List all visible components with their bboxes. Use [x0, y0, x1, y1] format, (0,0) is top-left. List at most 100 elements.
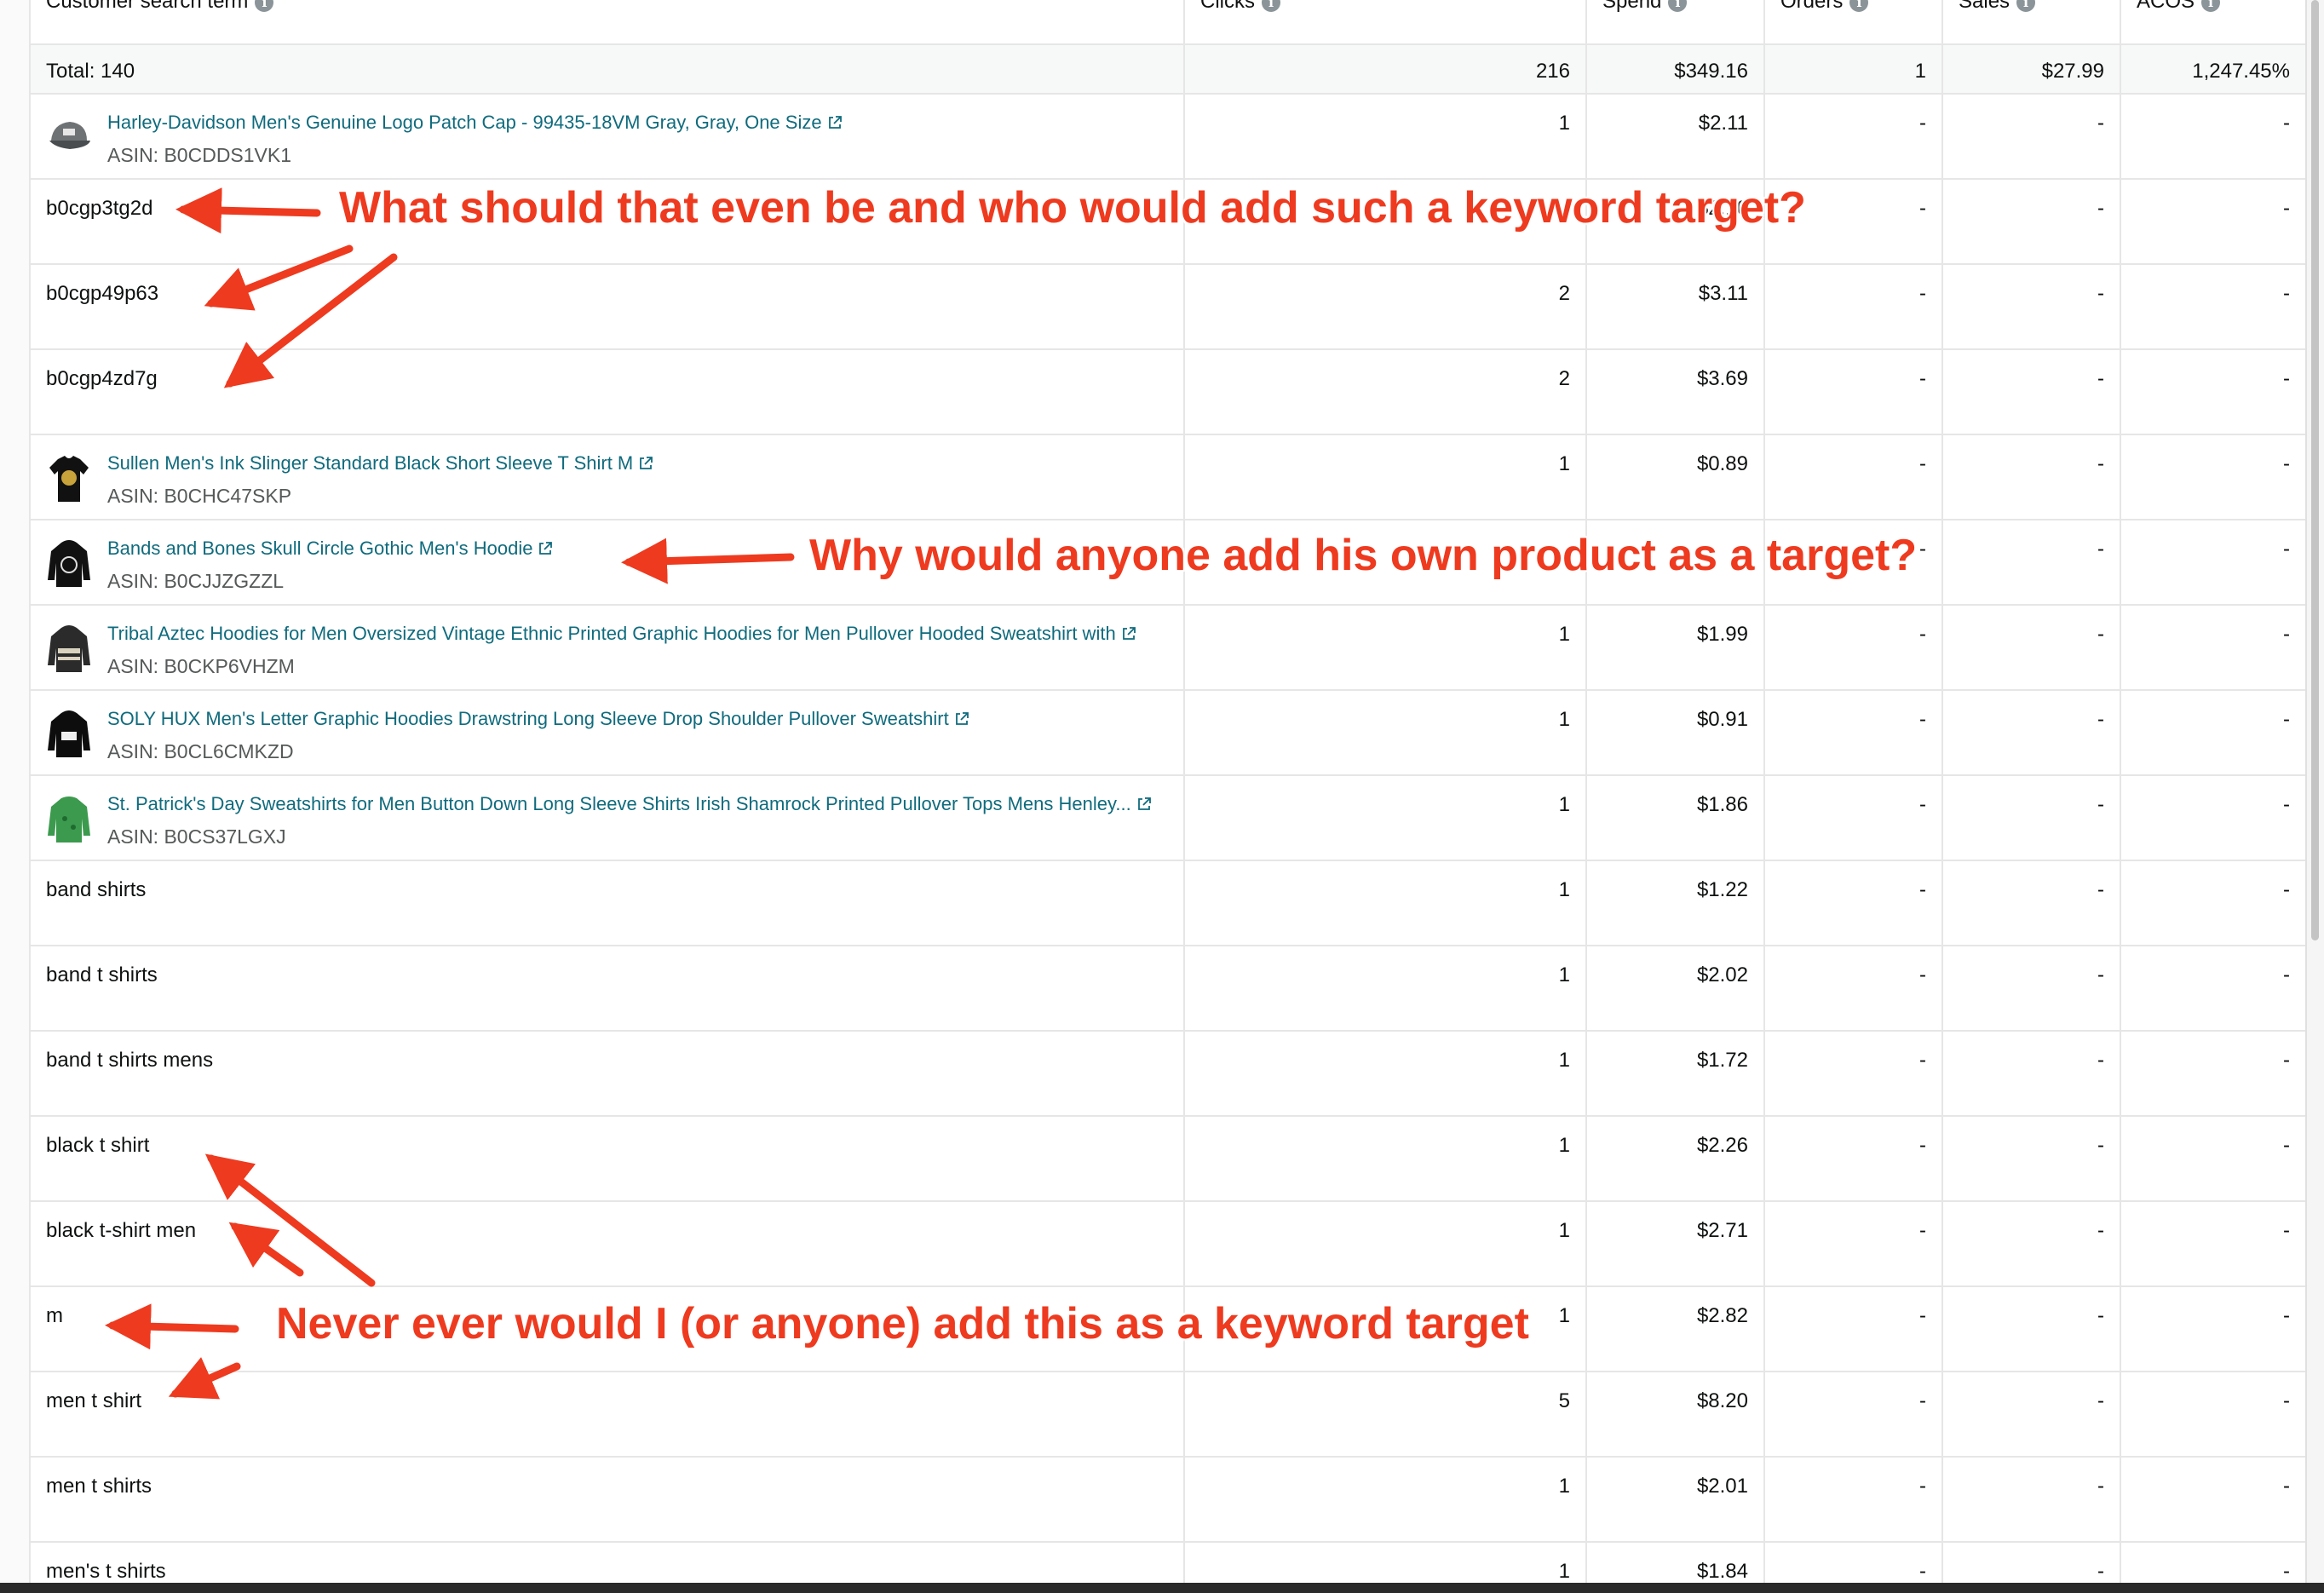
product-title-link[interactable]: St. Patrick's Day Sweatshirts for Men Bu… [107, 793, 1152, 815]
product-title[interactable]: Harley-Davidson Men's Genuine Logo Patch… [107, 112, 822, 133]
external-link-icon[interactable] [638, 456, 653, 471]
orders-cell: - [1764, 775, 1943, 861]
product-asin: ASIN: B0CS37LGXJ [107, 825, 286, 848]
spend-cell: $3.69 [1586, 349, 1765, 435]
sales-cell: - [1942, 349, 2121, 435]
scrollbar-thumb[interactable] [2311, 0, 2319, 940]
acos-cell: - [2120, 94, 2305, 180]
info-icon[interactable]: i [2016, 0, 2036, 12]
external-link-icon[interactable] [1121, 626, 1136, 641]
spend-cell: $1.72 [1586, 1031, 1765, 1117]
spend-cell: $0.89 [1586, 434, 1765, 520]
search-term-cell: Tribal Aztec Hoodies for Men Oversized V… [31, 605, 1185, 691]
product-title-link[interactable]: Bands and Bones Skull Circle Gothic Men'… [107, 538, 553, 560]
clicks-cell: 5 [1184, 1372, 1587, 1458]
table-row: Sullen Men's Ink Slinger Standard Black … [31, 434, 2305, 520]
product-image [49, 456, 89, 502]
spend-cell: $2.82 [1586, 1286, 1765, 1372]
product-title[interactable]: Bands and Bones Skull Circle Gothic Men'… [107, 538, 532, 559]
product-title[interactable]: St. Patrick's Day Sweatshirts for Men Bu… [107, 793, 1131, 814]
clicks-cell: 1 [1184, 946, 1587, 1032]
orders-cell: - [1764, 605, 1943, 691]
info-icon[interactable]: i [1668, 0, 1688, 12]
orders-cell: - [1764, 1286, 1943, 1372]
clicks-cell: 1 [1184, 1031, 1587, 1117]
col-header-label: Spend [1602, 0, 1662, 13]
info-icon[interactable]: i [1262, 0, 1280, 12]
orders-cell: - [1764, 349, 1943, 435]
search-term-cell: men t shirt [31, 1372, 1185, 1458]
orders-cell: - [1764, 434, 1943, 520]
search-term-cell: Harley-Davidson Men's Genuine Logo Patch… [31, 94, 1185, 180]
clicks-cell: 1 [1184, 1201, 1587, 1287]
clicks-cell: 1 [1184, 1116, 1587, 1202]
sales-cell: - [1942, 179, 2121, 265]
spend-cell: $8.20 [1586, 1372, 1765, 1458]
acos-cell: - [2120, 860, 2305, 946]
acos-cell: - [2120, 775, 2305, 861]
spend-cell: $2.26 [1586, 1116, 1765, 1202]
search-term-cell: SOLY HUX Men's Letter Graphic Hoodies Dr… [31, 690, 1185, 776]
col-header-spend[interactable]: Spend i [1586, 0, 1765, 45]
sales-cell: - [1942, 1457, 2121, 1543]
external-link-icon[interactable] [954, 711, 969, 727]
col-header-clicks[interactable]: Clicks i [1184, 0, 1587, 45]
product-title[interactable]: Sullen Men's Ink Slinger Standard Black … [107, 452, 633, 474]
clicks-cell: 2 [1184, 264, 1587, 350]
product-thumbnail [46, 793, 92, 844]
clicks-cell: 1 [1184, 860, 1587, 946]
table-row: black t shirt 1 $2.26- - - [31, 1116, 2305, 1202]
product-thumbnail [46, 112, 92, 163]
info-icon[interactable]: i [2201, 0, 2221, 12]
product-title-link[interactable]: Harley-Davidson Men's Genuine Logo Patch… [107, 112, 843, 134]
sales-cell: - [1942, 434, 2121, 520]
product-title[interactable]: Tribal Aztec Hoodies for Men Oversized V… [107, 623, 1116, 644]
sales-cell: - [1942, 1116, 2121, 1202]
acos-cell: - [2120, 1031, 2305, 1117]
acos-cell: - [2120, 605, 2305, 691]
orders-cell: - [1764, 1116, 1943, 1202]
total-orders: 1 [1764, 44, 1943, 95]
orders-cell: - [1764, 690, 1943, 776]
spend-cell: $2.11 [1586, 94, 1765, 180]
info-icon[interactable]: i [1849, 0, 1869, 12]
orders-cell: - [1764, 1372, 1943, 1458]
acos-cell: - [2120, 946, 2305, 1032]
sales-cell: - [1942, 860, 2121, 946]
product-title-link[interactable]: Tribal Aztec Hoodies for Men Oversized V… [107, 623, 1136, 645]
search-term-cell: black t-shirt men [31, 1201, 1185, 1287]
product-title[interactable]: SOLY HUX Men's Letter Graphic Hoodies Dr… [107, 708, 949, 729]
external-link-icon[interactable] [1136, 796, 1152, 812]
sales-cell: - [1942, 775, 2121, 861]
spend-cell: $0.91 [1586, 690, 1765, 776]
product-asin: ASIN: B0CHC47SKP [107, 485, 292, 507]
col-header-orders[interactable]: Orders i [1764, 0, 1943, 45]
sales-cell: - [1942, 264, 2121, 350]
acos-cell: - [2120, 1286, 2305, 1372]
search-term-report: Customer search term i Clicks i Spend i Ord… [0, 0, 2324, 1593]
orders-cell: - [1764, 94, 1943, 180]
clicks-cell: 2 [1184, 349, 1587, 435]
search-term-cell: band shirts [31, 860, 1185, 946]
table-row: band t shirts 1 $2.02- - - [31, 946, 2305, 1032]
external-link-icon[interactable] [538, 541, 553, 556]
product-title-link[interactable]: Sullen Men's Ink Slinger Standard Black … [107, 452, 653, 474]
col-header-sales[interactable]: Sales i [1942, 0, 2121, 45]
clicks-cell: 1 [1184, 605, 1587, 691]
info-icon[interactable]: i [255, 0, 274, 12]
spend-cell: $1.22 [1586, 860, 1765, 946]
acos-cell: - [2120, 264, 2305, 350]
sales-cell: - [1942, 520, 2121, 606]
col-header-label: Customer search term [46, 0, 249, 13]
product-image [48, 710, 90, 757]
external-link-icon[interactable] [827, 115, 843, 130]
col-header-search-term[interactable]: Customer search term i [31, 0, 1185, 45]
product-target: SOLY HUX Men's Letter Graphic Hoodies Dr… [46, 708, 1168, 763]
table-row: Harley-Davidson Men's Genuine Logo Patch… [31, 94, 2305, 180]
clicks-cell: 1 [1184, 94, 1587, 180]
col-header-acos[interactable]: ACOS i [2120, 0, 2305, 45]
annotation-note: Why would anyone add his own product as … [809, 531, 1918, 580]
bottom-bar [0, 1583, 2324, 1593]
product-title-link[interactable]: SOLY HUX Men's Letter Graphic Hoodies Dr… [107, 708, 969, 730]
acos-cell: - [2120, 1372, 2305, 1458]
